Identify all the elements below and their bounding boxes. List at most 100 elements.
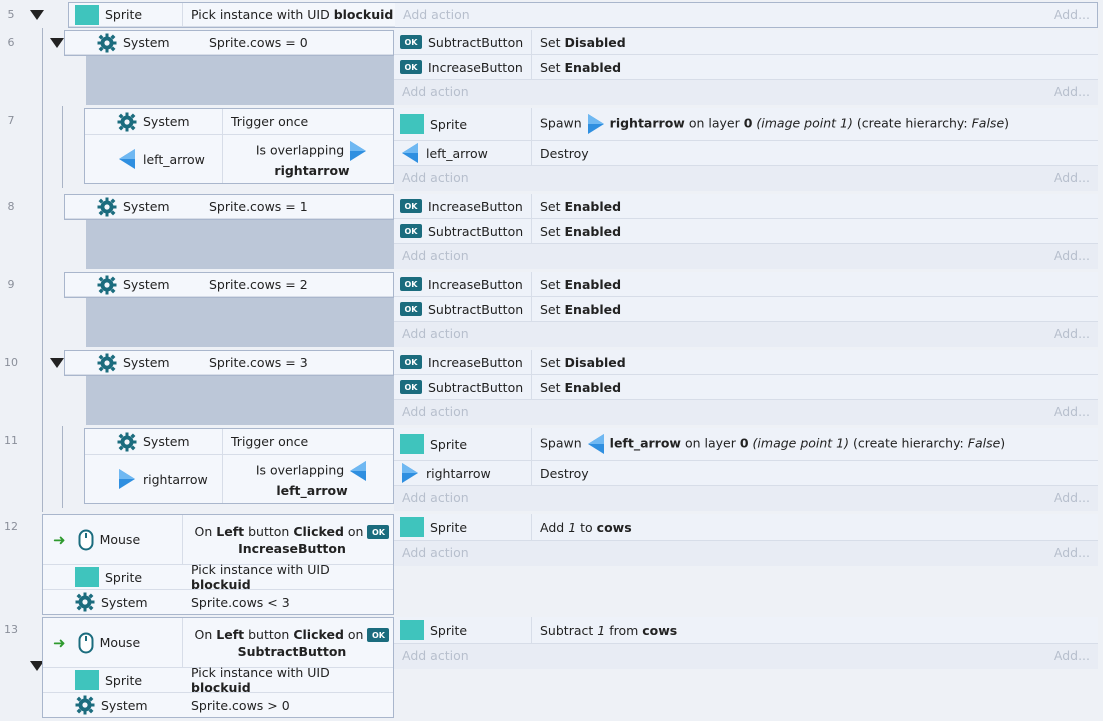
add-action-row[interactable]: Add action Add... <box>394 486 1098 511</box>
add-more-link[interactable]: Add... <box>1054 490 1090 505</box>
condition-object-param: IncreaseButton <box>238 540 346 556</box>
action[interactable]: Sprite Subtract 1 from cows <box>394 617 1098 644</box>
add-action-link[interactable]: Add action <box>402 84 469 99</box>
sprite-icon <box>400 620 424 640</box>
object-name: left_arrow <box>426 145 488 161</box>
action[interactable]: OK IncreaseButton Set Enabled <box>394 55 1098 80</box>
event-5[interactable]: Sprite Pick instance with UID blockuid A… <box>68 2 1098 28</box>
add-action-row[interactable]: Add action Add... <box>395 3 1098 27</box>
condition[interactable]: System Trigger once <box>85 429 393 455</box>
add-more-link[interactable]: Add... <box>1054 248 1090 263</box>
event-10-condition-box[interactable]: System Sprite.cows = 3 <box>64 350 394 376</box>
add-action-link[interactable]: Add action <box>402 648 469 663</box>
event-11-condition-box[interactable]: System Trigger once rightarrow Is overla… <box>84 428 394 504</box>
action[interactable]: rightarrow Destroy <box>394 461 1098 486</box>
gear-icon <box>97 275 117 294</box>
trigger-arrow-icon: ➜ <box>53 633 66 652</box>
condition[interactable]: left_arrow Is overlapping rightarrow <box>85 135 393 183</box>
add-more-link[interactable]: Add... <box>1054 326 1090 341</box>
sprite-icon <box>400 434 424 454</box>
add-action-link[interactable]: Add action <box>402 404 469 419</box>
add-action-row[interactable]: Add action Add... <box>394 322 1098 347</box>
add-action-link[interactable]: Add action <box>402 545 469 560</box>
add-action-link[interactable]: Add action <box>402 326 469 341</box>
condition[interactable]: System Trigger once <box>85 109 393 135</box>
add-more-link[interactable]: Add... <box>1054 648 1090 663</box>
condition[interactable]: System Sprite.cows = 3 <box>65 351 393 375</box>
add-action-link[interactable]: Add action <box>402 170 469 185</box>
condition[interactable]: ➜ Mouse On Left button Clicked on OK Inc… <box>43 515 393 565</box>
condition[interactable]: ➜ Mouse On Left button Clicked on OK Sub… <box>43 618 393 668</box>
add-action-row[interactable]: Add action Add... <box>394 166 1098 191</box>
condition-text: Sprite.cows = 0 <box>209 35 308 50</box>
button-icon: OK <box>367 525 390 539</box>
add-more-link[interactable]: Add... <box>1054 84 1090 99</box>
object-name: Sprite <box>430 436 468 452</box>
action-pane: Sprite Subtract 1 from cows Add action A… <box>394 617 1098 669</box>
action[interactable]: Sprite Spawn rightarrow on layer 0 (imag… <box>394 108 1098 141</box>
condition[interactable]: Sprite Pick instance with UID blockuid <box>43 562 393 592</box>
event-9-condition-box[interactable]: System Sprite.cows = 2 <box>64 272 394 298</box>
action-text: Destroy <box>540 145 589 161</box>
add-action-row[interactable]: Add action Add... <box>394 541 1098 566</box>
row-number: 11 <box>4 434 18 447</box>
row-number: 13 <box>4 623 18 636</box>
gear-icon <box>97 33 117 52</box>
trigger-arrow-icon: ➜ <box>53 530 66 549</box>
action[interactable]: OK SubtractButton Set Enabled <box>394 219 1098 244</box>
condition[interactable]: System Sprite.cows = 0 <box>65 31 393 55</box>
action-text: Add 1 to cows <box>540 519 632 535</box>
add-action-link[interactable]: Add action <box>402 248 469 263</box>
condition[interactable]: rightarrow Is overlapping left_arrow <box>85 455 393 503</box>
condition[interactable]: System Sprite.cows = 2 <box>65 273 393 297</box>
condition[interactable]: System Sprite.cows = 1 <box>65 195 393 219</box>
add-more-link[interactable]: Add... <box>1054 7 1090 22</box>
action-text: Spawn left_arrow on layer 0 (image point… <box>540 433 1005 455</box>
action[interactable]: Sprite Spawn left_arrow on layer 0 (imag… <box>394 428 1098 461</box>
action[interactable]: OK IncreaseButton Set Disabled <box>394 350 1098 375</box>
button-icon: OK <box>367 628 390 642</box>
condition[interactable]: System Sprite.cows > 0 <box>43 693 393 717</box>
action-text: Set Enabled <box>540 223 622 239</box>
add-action-row[interactable]: Add action Add... <box>394 244 1098 269</box>
add-action-link[interactable]: Add action <box>403 7 470 22</box>
add-action-row[interactable]: Add action Add... <box>394 400 1098 425</box>
add-action-row[interactable]: Add action Add... <box>394 644 1098 669</box>
gear-icon <box>97 197 117 216</box>
collapse-toggle-icon[interactable] <box>50 38 64 48</box>
event-6-condition-box[interactable]: System Sprite.cows = 0 <box>64 30 394 56</box>
action[interactable]: OK IncreaseButton Set Enabled <box>394 194 1098 219</box>
object-name: SubtractButton <box>428 34 524 50</box>
event-12-condition-box[interactable]: ➜ Mouse On Left button Clicked on OK Inc… <box>42 514 394 615</box>
action[interactable]: OK SubtractButton Set Enabled <box>394 375 1098 400</box>
add-more-link[interactable]: Add... <box>1054 170 1090 185</box>
sprite-icon <box>75 670 99 690</box>
condition[interactable]: Sprite Pick instance with UID blockuid <box>69 3 395 27</box>
right-arrow-icon <box>119 469 135 489</box>
condition[interactable]: System Sprite.cows < 3 <box>43 590 393 614</box>
action-text: Set Enabled <box>540 276 622 292</box>
event-7-condition-box[interactable]: System Trigger once left_arrow Is overla… <box>84 108 394 184</box>
event-13-condition-box[interactable]: ➜ Mouse On Left button Clicked on OK Sub… <box>42 617 394 718</box>
indent-guide <box>62 426 63 508</box>
add-action-row[interactable]: Add action Add... <box>394 80 1098 105</box>
action-pane: Sprite Spawn left_arrow on layer 0 (imag… <box>394 428 1098 511</box>
object-name: left_arrow <box>143 151 205 167</box>
action[interactable]: Sprite Add 1 to cows <box>394 514 1098 541</box>
condition-text: Pick instance with UID blockuid <box>191 665 330 695</box>
add-more-link[interactable]: Add... <box>1054 404 1090 419</box>
gear-icon <box>97 353 117 372</box>
sprite-icon <box>400 517 424 537</box>
object-name: System <box>143 114 190 129</box>
action[interactable]: OK SubtractButton Set Enabled <box>394 297 1098 322</box>
add-more-link[interactable]: Add... <box>1054 545 1090 560</box>
action[interactable]: left_arrow Destroy <box>394 141 1098 166</box>
condition-text: Is overlapping <box>256 140 368 162</box>
collapse-toggle-icon[interactable] <box>30 10 44 20</box>
event-8-condition-box[interactable]: System Sprite.cows = 1 <box>64 194 394 220</box>
add-action-link[interactable]: Add action <box>402 490 469 505</box>
collapse-toggle-icon[interactable] <box>50 358 64 368</box>
condition[interactable]: Sprite Pick instance with UID blockuid <box>43 665 393 695</box>
action[interactable]: OK IncreaseButton Set Enabled <box>394 272 1098 297</box>
action[interactable]: OK SubtractButton Set Disabled <box>394 30 1098 55</box>
